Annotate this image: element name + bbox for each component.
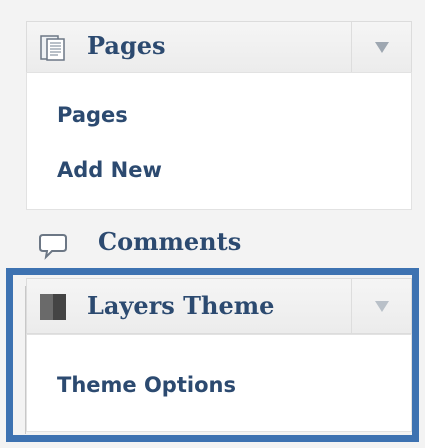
- menu-item-comments-label: Comments: [98, 227, 242, 256]
- chevron-down-icon: [374, 42, 389, 54]
- pages-icon: [40, 35, 65, 61]
- submenu-item-pages[interactable]: Pages: [57, 103, 128, 127]
- menu-item-layers-theme-label: Layers Theme: [87, 291, 275, 320]
- submenu-item-add-new[interactable]: Add New: [57, 158, 162, 182]
- menu-item-pages[interactable]: Pages: [26, 21, 412, 73]
- layers-left-divider: [25, 286, 26, 434]
- submenu-item-theme-options[interactable]: Theme Options: [57, 373, 236, 397]
- admin-sidebar-menu: Pages Pages Add New Comments Layers Them…: [0, 0, 425, 448]
- pages-submenu: Pages Add New: [26, 72, 412, 210]
- layers-theme-icon: [40, 294, 66, 320]
- comments-icon: [39, 234, 67, 260]
- menu-item-layers-theme[interactable]: Layers Theme: [26, 278, 412, 334]
- pages-toggle[interactable]: [351, 22, 411, 72]
- layers-theme-submenu: Theme Options: [26, 334, 412, 432]
- layers-theme-toggle[interactable]: [351, 279, 411, 333]
- chevron-down-icon: [374, 301, 389, 313]
- menu-item-pages-label: Pages: [87, 31, 166, 60]
- menu-item-comments[interactable]: Comments: [26, 220, 412, 270]
